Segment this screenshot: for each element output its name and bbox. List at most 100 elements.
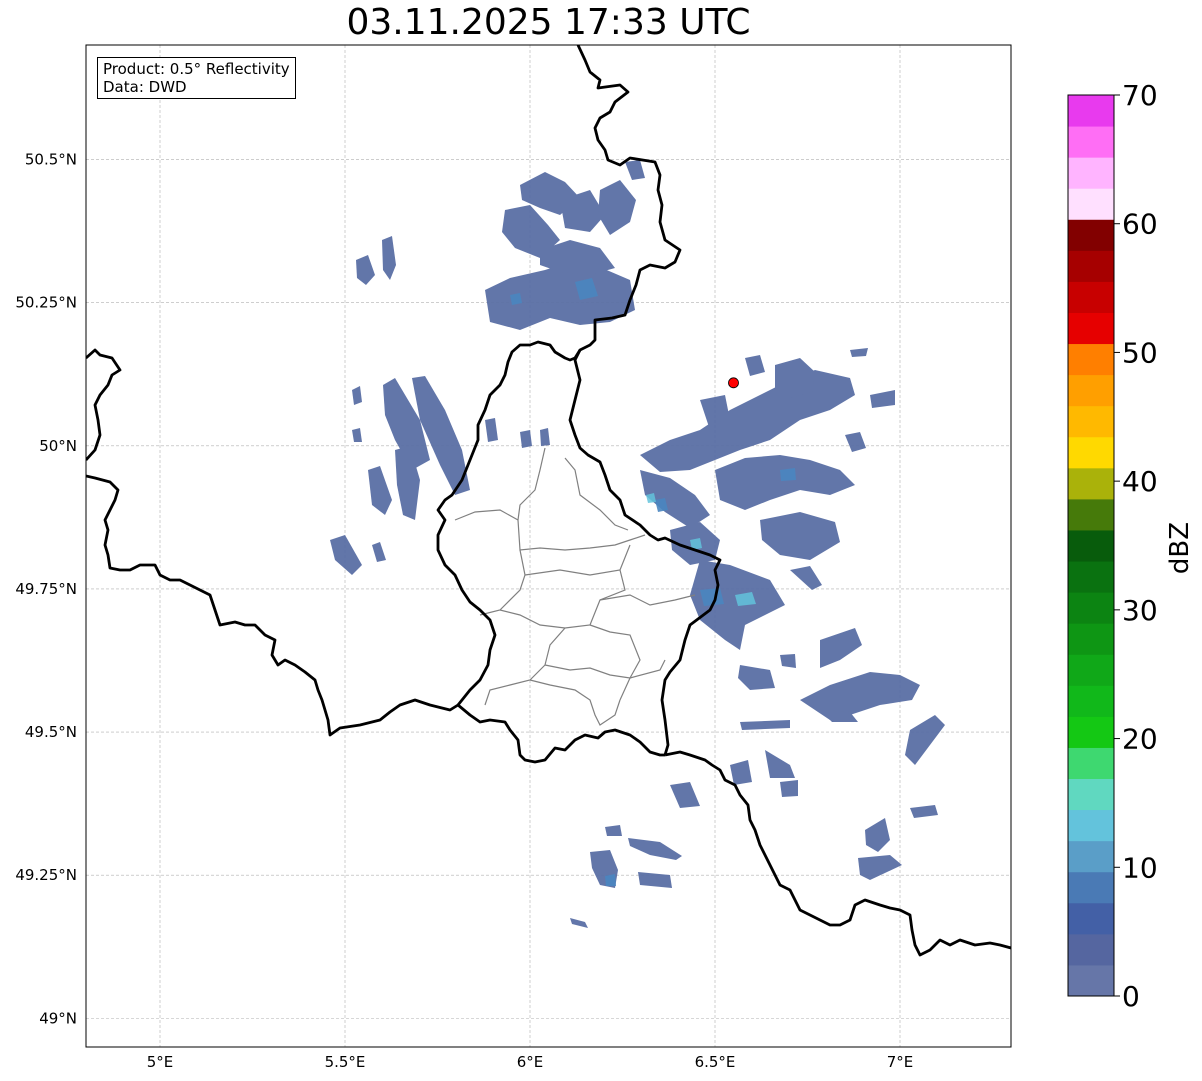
echo-cell xyxy=(800,672,920,720)
border-line xyxy=(86,348,122,461)
echo-cell xyxy=(850,348,868,357)
colorbar-segment xyxy=(1068,529,1114,562)
colorbar-segment xyxy=(1068,654,1114,686)
echo-cell xyxy=(510,293,522,305)
echo-cell xyxy=(368,466,392,515)
lon-tick-label: 6°E xyxy=(517,1053,544,1071)
echo-cell xyxy=(760,512,840,560)
echo-cell xyxy=(638,872,672,888)
echo-cell xyxy=(858,855,902,880)
echo-cell xyxy=(570,918,588,928)
echo-cell xyxy=(775,358,815,398)
echo-cell xyxy=(670,782,700,808)
colorbar-tick-label: 10 xyxy=(1122,851,1158,884)
radar-figure: 03.11.2025 17:33 UTC 5°E 5.5°E 6°E 6.5°E… xyxy=(0,0,1202,1081)
colorbar-tick-label: 20 xyxy=(1122,723,1158,756)
colorbar-segment xyxy=(1068,250,1114,282)
echo-cell xyxy=(730,760,752,785)
border-line xyxy=(664,750,1011,957)
colorbar-tick-label: 60 xyxy=(1122,208,1158,241)
colorbar-tick-label: 40 xyxy=(1122,465,1158,498)
colorbar-segment xyxy=(1068,840,1114,873)
colorbar-tick-label: 50 xyxy=(1122,336,1158,369)
colorbar-segment xyxy=(1068,126,1114,158)
lon-tick-label: 5°E xyxy=(147,1053,174,1071)
colorbar-segment xyxy=(1068,467,1114,500)
echo-cell xyxy=(605,825,622,836)
lat-tick-label: 50.5°N xyxy=(25,151,77,169)
lon-tick-label: 5.5°E xyxy=(325,1053,366,1071)
echo-cell xyxy=(745,355,765,376)
colorbar-segment xyxy=(1068,436,1114,469)
border-line xyxy=(568,45,722,756)
echo-cell xyxy=(598,180,636,235)
colorbar-segment xyxy=(1068,592,1114,624)
border-line xyxy=(86,474,665,764)
echo-cell xyxy=(640,370,855,472)
echo-cell xyxy=(628,838,682,860)
radar-map: 5°E 5.5°E 6°E 6.5°E 7°E 49°N 49.25°N 49.5°N 49.7… xyxy=(15,44,1195,1071)
lat-tick-label: 50°N xyxy=(39,437,77,455)
colorbar-segment xyxy=(1068,498,1114,531)
echo-cell xyxy=(910,805,938,818)
echo-cell xyxy=(738,665,775,690)
echo-cell xyxy=(780,780,798,797)
echo-cell xyxy=(715,455,855,510)
echo-cell xyxy=(870,390,895,408)
colorbar-tick-label: 70 xyxy=(1122,79,1158,112)
radar-site-marker xyxy=(728,377,739,389)
echo-cell xyxy=(372,542,386,562)
colorbar-segment xyxy=(1068,157,1114,189)
colorbar-segment xyxy=(1068,343,1114,376)
colorbar-tick-label: 0 xyxy=(1122,980,1140,1013)
colorbar-segment xyxy=(1068,964,1114,997)
lat-tick-label: 49°N xyxy=(39,1009,77,1027)
echo-cell xyxy=(740,720,790,730)
data-source-label: Data: DWD xyxy=(103,78,187,96)
lat-tick-label: 49.75°N xyxy=(15,580,77,598)
colorbar-segment xyxy=(1068,561,1114,593)
lon-tick-label: 6.5°E xyxy=(695,1053,736,1071)
echo-cell xyxy=(780,654,796,668)
colorbar-segment xyxy=(1068,685,1114,717)
echo-cell xyxy=(625,160,645,180)
colorbar-segment xyxy=(1068,716,1114,748)
colorbar-segment xyxy=(1068,405,1114,438)
colorbar-segment xyxy=(1068,281,1114,313)
colorbar-segment xyxy=(1068,95,1114,127)
echo-cell xyxy=(865,818,890,852)
echo-cell xyxy=(765,750,795,778)
echo-cell xyxy=(330,535,362,575)
colorbar-segment xyxy=(1068,933,1114,966)
echo-cell xyxy=(382,236,396,280)
colorbar-tick-label: 30 xyxy=(1122,594,1158,627)
lat-tick-label: 50.25°N xyxy=(15,294,77,312)
colorbar-segment xyxy=(1068,871,1114,904)
colorbar-segment xyxy=(1068,188,1114,220)
colorbar-segment xyxy=(1068,312,1114,345)
echo-cell xyxy=(790,566,822,590)
colorbar-segment xyxy=(1068,902,1114,935)
product-label: Product: 0.5° Reflectivity xyxy=(103,60,290,78)
echo-cell xyxy=(845,432,866,452)
colorbar-segment xyxy=(1068,809,1114,842)
product-info-box: Product: 0.5° Reflectivity Data: DWD xyxy=(97,57,296,99)
echo-cell xyxy=(485,418,498,442)
border-line xyxy=(436,340,582,706)
axis-labels: 5°E 5.5°E 6°E 6.5°E 7°E 49°N 49.25°N 49.5°N 49.7… xyxy=(15,151,913,1071)
echo-cell xyxy=(905,715,945,765)
lon-tick-label: 7°E xyxy=(887,1053,914,1071)
echo-cell xyxy=(605,874,616,886)
echo-cell xyxy=(520,430,532,448)
lat-tick-label: 49.5°N xyxy=(25,723,77,741)
echo-cell xyxy=(352,428,362,442)
colorbar-segment xyxy=(1068,747,1114,780)
lat-tick-label: 49.25°N xyxy=(15,866,77,884)
colorbar: 0 10 20 30 40 50 60 70 xyxy=(1067,79,1158,1013)
echo-cell xyxy=(780,468,796,481)
echo-cell xyxy=(540,428,550,446)
colorbar-label: dBZ xyxy=(1165,522,1195,574)
colorbar-segment xyxy=(1068,219,1114,251)
echo-cell xyxy=(352,386,362,405)
echo-cell xyxy=(820,628,862,668)
